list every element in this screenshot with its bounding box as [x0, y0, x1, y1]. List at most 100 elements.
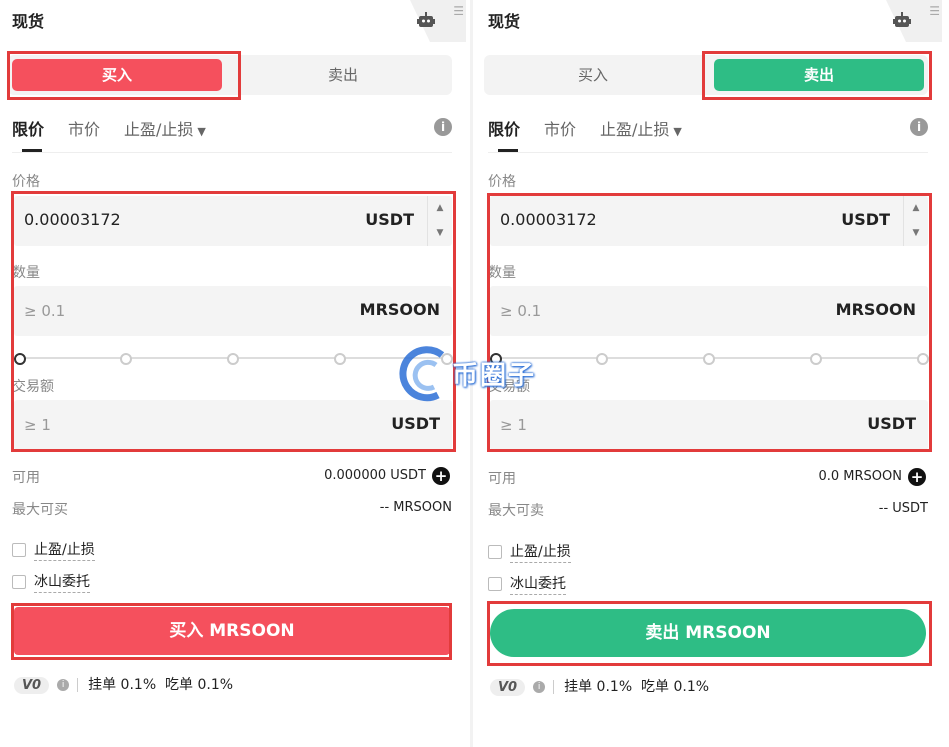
tab-tpsl-label: 止盈/止损: [124, 120, 194, 139]
order-type-tabs: 限价 市价 止盈/止损 ▼: [488, 116, 928, 152]
tab-tpsl[interactable]: 止盈/止损 ▼: [124, 116, 206, 140]
maker-fee: 挂单 0.1%: [564, 679, 633, 695]
buy-tab[interactable]: 买入: [488, 59, 698, 91]
separator: [553, 680, 555, 694]
quantity-placeholder: ≥ 0.1: [500, 302, 542, 320]
buy-submit-button[interactable]: 买入 MRSOON: [14, 607, 450, 655]
quantity-label: 数量: [488, 265, 516, 281]
price-label: 价格: [488, 174, 516, 190]
total-input[interactable]: ≥ 1 USDT: [14, 400, 452, 450]
iceberg-checkbox-label: 冰山委托: [510, 576, 566, 595]
spot-buy-panel: 现货 ☰ 买入 卖出 限价 市价 止盈/止损 ▼ i 价格 0.00003172 …: [0, 0, 466, 747]
slider-mark-50[interactable]: [227, 353, 239, 365]
order-type-tabs: 限价 市价 止盈/止损 ▼: [12, 116, 452, 152]
quantity-placeholder: ≥ 0.1: [24, 302, 66, 320]
quantity-input[interactable]: ≥ 0.1 MRSOON: [490, 286, 928, 336]
sell-submit-button[interactable]: 卖出 MRSOON: [490, 609, 926, 657]
tpsl-checkbox-label: 止盈/止损: [510, 544, 571, 563]
max-sell-value: -- USDT: [878, 501, 928, 516]
price-value: 0.00003172: [24, 210, 121, 229]
caret-down-icon: ▼: [197, 125, 206, 138]
panel-title: 现货: [12, 12, 45, 31]
price-input[interactable]: 0.00003172 USDT ▲ ▼: [14, 196, 452, 246]
available-label: 可用: [12, 470, 40, 486]
info-icon[interactable]: i: [57, 679, 70, 691]
quantity-unit: MRSOON: [835, 300, 916, 319]
quantity-input[interactable]: ≥ 0.1 MRSOON: [14, 286, 452, 336]
info-icon[interactable]: i: [533, 681, 546, 693]
price-label: 价格: [12, 174, 40, 190]
panel-title: 现货: [488, 12, 521, 31]
slider-mark-75[interactable]: [810, 353, 822, 365]
divider: [12, 152, 452, 153]
tab-tpsl-label: 止盈/止损: [600, 120, 670, 139]
arrow-up-icon[interactable]: ▲: [904, 196, 928, 221]
robot-icon[interactable]: [892, 10, 912, 30]
info-icon[interactable]: i: [434, 118, 452, 136]
tpsl-checkbox[interactable]: 止盈/止损: [488, 541, 571, 563]
price-value: 0.00003172: [500, 210, 597, 229]
iceberg-checkbox[interactable]: 冰山委托: [488, 573, 566, 595]
separator: [77, 678, 79, 692]
slider-mark-25[interactable]: [120, 353, 132, 365]
menu-icon[interactable]: ☰: [453, 4, 464, 18]
total-placeholder: ≥ 1: [24, 416, 51, 434]
checkbox-box[interactable]: [488, 545, 502, 559]
robot-icon[interactable]: [416, 10, 436, 30]
arrow-down-icon[interactable]: ▼: [904, 221, 928, 246]
divider: [488, 152, 928, 153]
checkbox-box[interactable]: [12, 575, 26, 589]
watermark-logo: 币圈子: [398, 343, 558, 405]
tpsl-checkbox-label: 止盈/止损: [34, 542, 95, 561]
iceberg-checkbox[interactable]: 冰山委托: [12, 571, 90, 593]
buy-tab[interactable]: 买入: [12, 59, 222, 91]
max-sell-label: 最大可卖: [488, 503, 544, 519]
tab-market[interactable]: 市价: [68, 116, 100, 140]
tab-limit[interactable]: 限价: [12, 116, 44, 140]
fee-info: V0 i 挂单 0.1% 吃单 0.1%: [490, 676, 709, 696]
quantity-unit: MRSOON: [359, 300, 440, 319]
plus-circle-icon[interactable]: +: [432, 467, 450, 485]
total-placeholder: ≥ 1: [500, 416, 527, 434]
available-value: 0.000000 USDT: [324, 468, 426, 483]
slider-mark-75[interactable]: [334, 353, 346, 365]
price-input[interactable]: 0.00003172 USDT ▲ ▼: [490, 196, 928, 246]
vip-badge[interactable]: V0: [490, 679, 526, 696]
info-icon[interactable]: i: [910, 118, 928, 136]
total-label: 交易额: [12, 379, 54, 395]
total-unit: USDT: [391, 414, 440, 433]
price-unit: USDT: [365, 210, 414, 229]
arrow-down-icon[interactable]: ▼: [428, 221, 452, 246]
plus-circle-icon[interactable]: +: [908, 468, 926, 486]
checkbox-box[interactable]: [488, 577, 502, 591]
tab-market[interactable]: 市价: [544, 116, 576, 140]
slider-mark-25[interactable]: [596, 353, 608, 365]
arrow-up-icon[interactable]: ▲: [428, 196, 452, 221]
price-unit: USDT: [841, 210, 890, 229]
tpsl-checkbox[interactable]: 止盈/止损: [12, 539, 95, 561]
tab-tpsl[interactable]: 止盈/止损 ▼: [600, 116, 682, 140]
price-stepper: ▲ ▼: [903, 196, 928, 246]
buy-sell-toggle: 买入 卖出: [8, 55, 452, 95]
caret-down-icon: ▼: [673, 125, 682, 138]
slider-mark-50[interactable]: [703, 353, 715, 365]
total-input[interactable]: ≥ 1 USDT: [490, 400, 928, 450]
menu-icon[interactable]: ☰: [929, 4, 940, 18]
max-buy-value: -- MRSOON: [379, 500, 452, 515]
tab-limit[interactable]: 限价: [488, 116, 520, 140]
checkbox-box[interactable]: [12, 543, 26, 557]
maker-fee: 挂单 0.1%: [88, 677, 157, 693]
watermark-logo-icon: [399, 346, 445, 402]
sell-tab[interactable]: 卖出: [714, 59, 924, 91]
taker-fee: 吃单 0.1%: [641, 679, 710, 695]
vip-badge[interactable]: V0: [14, 677, 50, 694]
watermark-text: 币圈子: [452, 361, 537, 391]
sell-tab[interactable]: 卖出: [238, 59, 448, 91]
amount-slider[interactable]: [14, 352, 454, 365]
quantity-label: 数量: [12, 265, 40, 281]
slider-mark-100[interactable]: [917, 353, 929, 365]
slider-handle[interactable]: [14, 353, 26, 365]
total-unit: USDT: [867, 414, 916, 433]
fee-info: V0 i 挂单 0.1% 吃单 0.1%: [14, 674, 233, 694]
taker-fee: 吃单 0.1%: [165, 677, 234, 693]
